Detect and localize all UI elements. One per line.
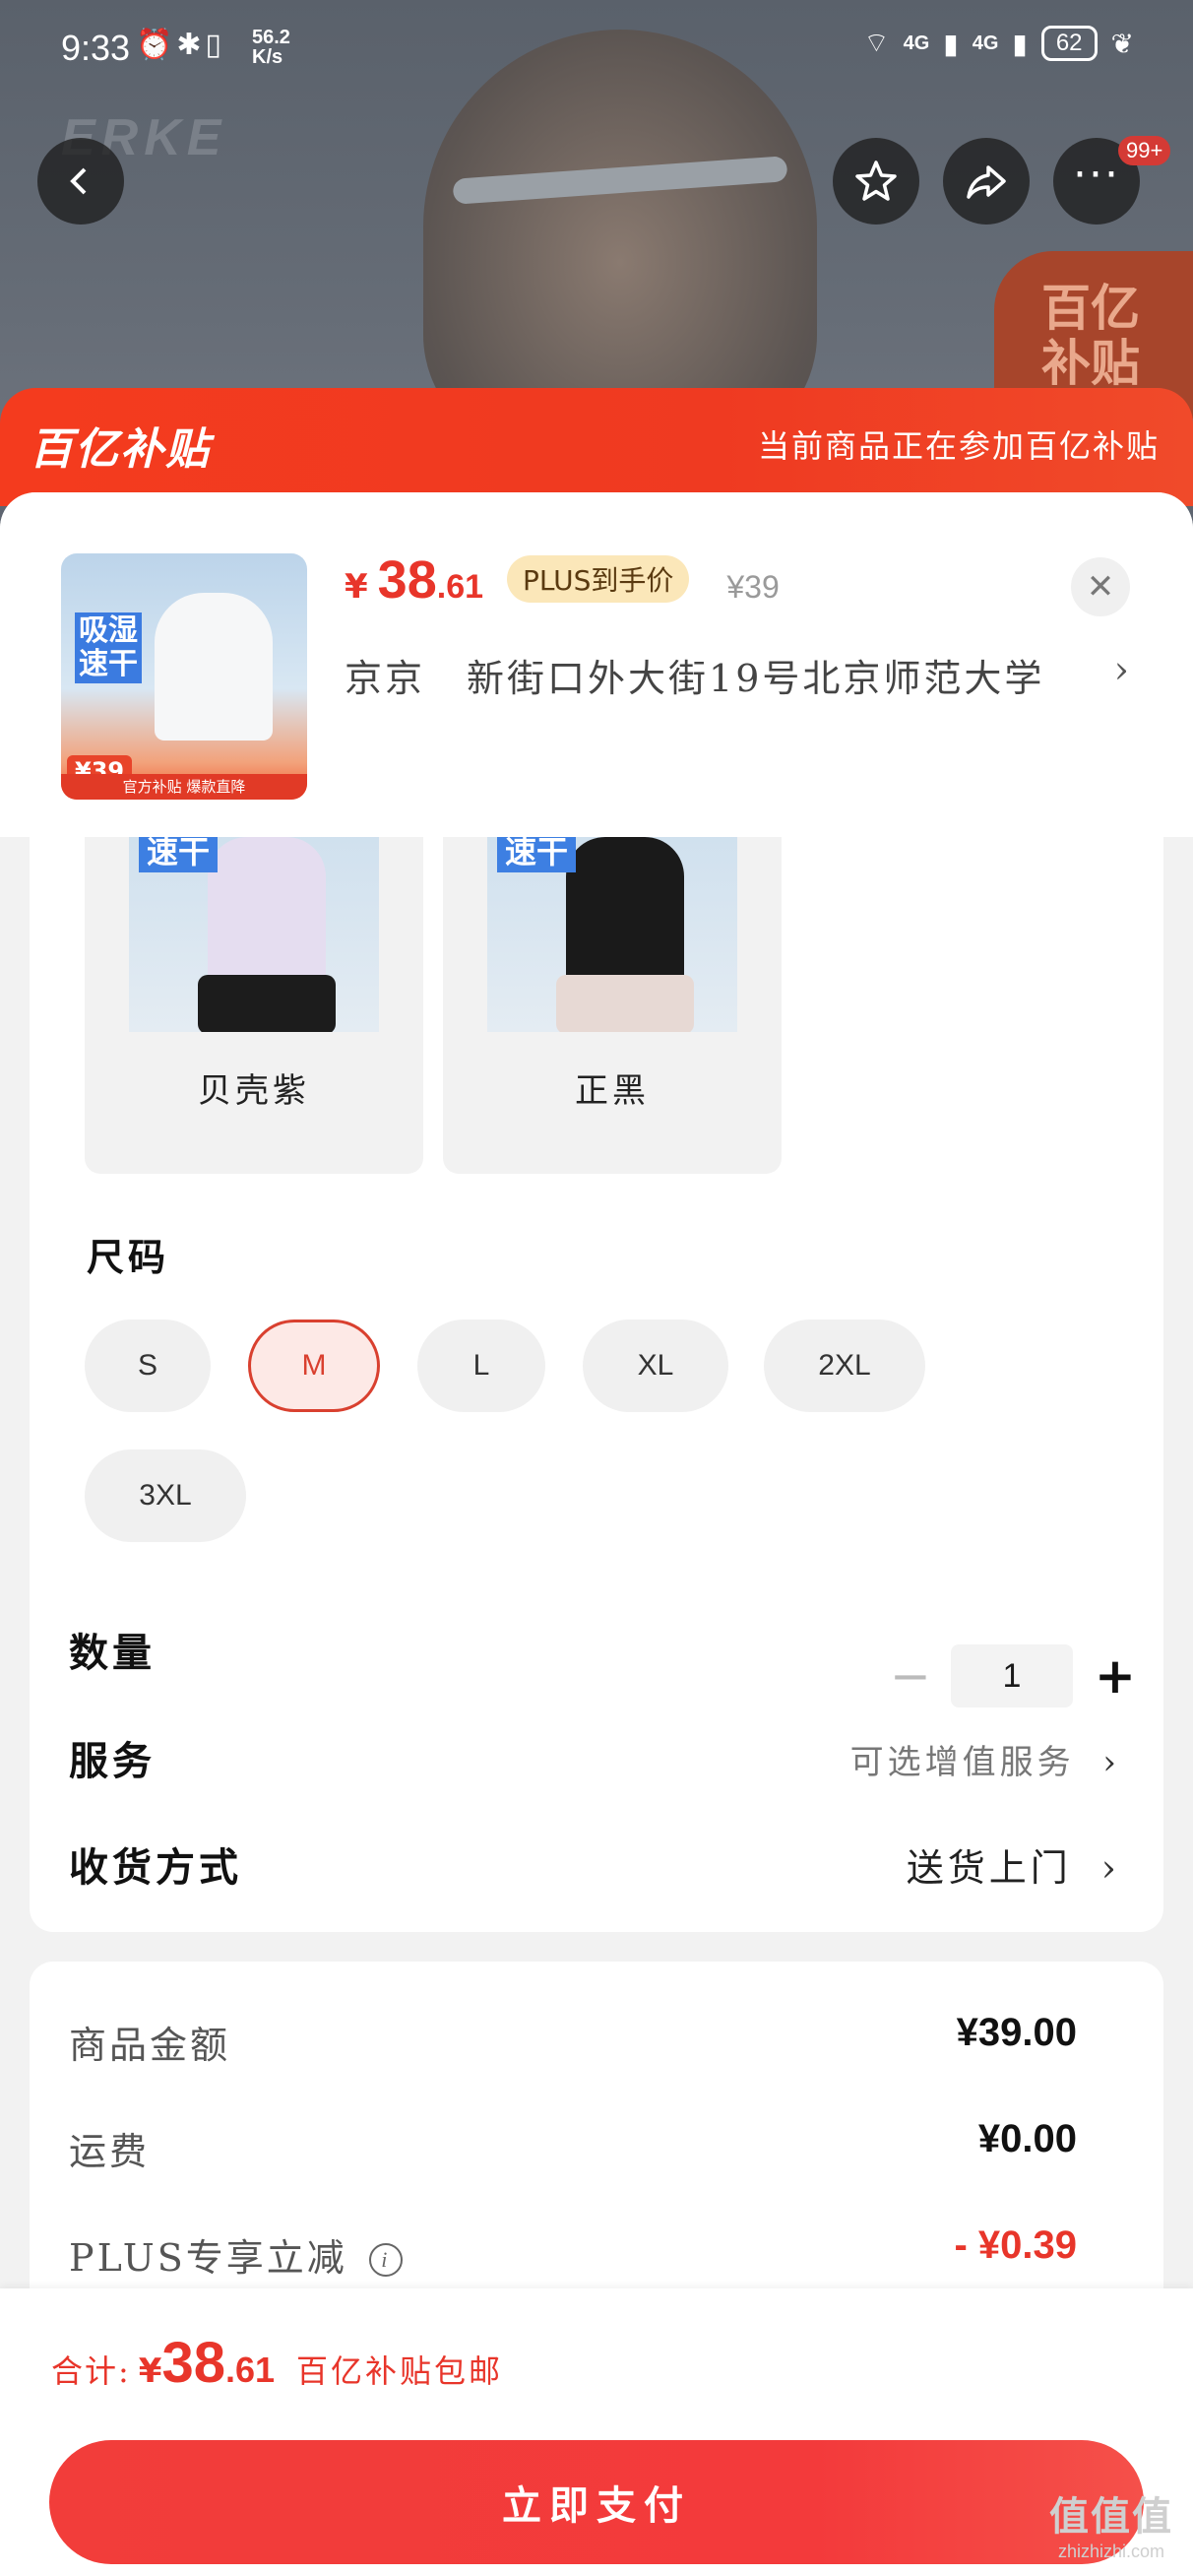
signal-4g-2: 4G [972,32,999,54]
total-integer: 38 [161,2331,225,2395]
plus-discount-row: PLUS专享立减 i [69,2227,403,2282]
price-integer: 38 [377,550,437,610]
shirt-shape [208,837,326,985]
status-right: ⌔ 4G ▮ 4G ▮ 62 ❦ [863,26,1134,61]
status-icons: ⏰✱▯ [136,29,225,61]
size-option-m[interactable]: M [248,1320,380,1412]
subsidy-banner: 百亿补贴 当前商品正在参加百亿补贴 [0,388,1193,506]
signal-icon: ▮ [943,28,959,59]
delivery-value: 送货上门 [906,1846,1072,1890]
goods-amount-value: ¥39.00 [956,2011,1077,2054]
plus-price-tag: PLUS到手价 [507,555,690,603]
leaf-icon: ❦ [1110,28,1134,59]
size-option-s[interactable]: S [85,1320,211,1412]
service-row[interactable]: 可选增值服务 › [850,1735,1120,1783]
plus-discount-value: - ¥0.39 [954,2223,1077,2267]
notification-badge: 99+ [1118,136,1171,165]
delivery-row[interactable]: 送货上门 › [907,1837,1120,1892]
shirt-shape [566,837,684,985]
chevron-left-icon [70,167,87,195]
shipping-value: ¥0.00 [977,2117,1077,2160]
net-speed: 56.2 K/s [252,27,290,68]
favorite-button[interactable] [833,138,919,225]
share-button[interactable] [943,138,1030,225]
checkout-bar: 合计: ¥ 38 .61 百亿补贴包邮 立即支付 值值值 zhizhizhi.c… [0,2288,1193,2576]
subsidy-logo: 百亿补贴 [30,424,211,475]
options-card: 速干 贝壳紫 速干 正黑 尺码 S M L XL 2XL 3XL 数量 − 1 … [30,827,1163,1932]
chevron-right-icon: › [1102,1743,1120,1782]
quantity-plus-button[interactable]: + [1095,1647,1136,1705]
total-symbol: ¥ [138,2351,162,2391]
share-icon [967,165,1006,199]
quantity-input[interactable]: 1 [951,1644,1073,1707]
shorts-shape [198,975,336,1032]
back-button[interactable] [37,138,124,225]
shipping-label: 运费 [69,2130,151,2173]
price-row: ¥ 38 .61 PLUS到手价 ¥39 [345,549,780,612]
service-value: 可选增值服务 [849,1743,1075,1782]
size-option-3xl[interactable]: 3XL [85,1449,246,1542]
signal-icon: ▮ [1012,28,1028,59]
color-label: 正黑 [575,1071,650,1111]
delivery-label: 收货方式 [69,1844,242,1891]
chevron-right-icon: › [1100,1846,1120,1890]
thumb-shirt-image [155,593,273,741]
pay-now-button[interactable]: 立即支付 [49,2440,1144,2564]
color-thumb: 速干 [129,827,379,1032]
close-icon: ✕ [1086,567,1115,607]
close-button[interactable]: ✕ [1071,557,1130,616]
total-decimal: .61 [224,2350,276,2390]
quantity-label: 数量 [69,1630,156,1676]
wifi-icon: ⌔ [863,27,890,58]
goods-amount-label: 商品金额 [69,2024,231,2067]
size-option-l[interactable]: L [417,1320,545,1412]
more-icon: ··· [1073,149,1120,200]
status-time: 9:33 [61,28,131,68]
price-decimal: .61 [436,568,484,606]
total-note: 百亿补贴包邮 [296,2352,504,2390]
quantity-minus-button[interactable]: − [890,1647,931,1705]
thumb-strip: 官方补贴 爆款直降 [61,774,307,800]
original-price: ¥39 [726,569,780,605]
battery-icon: 62 [1040,26,1098,61]
price-symbol: ¥ [345,567,368,607]
color-option[interactable]: 速干 贝壳紫 [85,827,423,1174]
quantity-stepper: − 1 + [890,1644,1136,1707]
address-row[interactable]: 京京 新街口外大街19号北京师范大学 › [345,648,1132,702]
status-bar: 9:33 ⏰✱▯ 56.2 K/s ⌔ 4G ▮ 4G ▮ 62 ❦ [0,0,1193,98]
chevron-right-icon: › [1113,648,1132,691]
shorts-shape [556,975,694,1032]
signal-4g-1: 4G [903,32,930,54]
info-icon[interactable]: i [368,2243,403,2277]
thumb-slogan: 吸湿 速干 [75,612,142,683]
size-title: 尺码 [87,1235,170,1279]
size-option-2xl[interactable]: 2XL [764,1320,925,1412]
plus-discount-label: PLUS专享立减 [69,2236,347,2280]
service-label: 服务 [69,1738,156,1784]
address-city: 京京 [345,657,426,700]
color-option[interactable]: 速干 正黑 [443,827,782,1174]
size-option-xl[interactable]: XL [583,1320,728,1412]
site-watermark: 值值值 zhizhizhi.com [1049,2495,1173,2561]
subsidy-tip: 当前商品正在参加百亿补贴 [757,427,1160,465]
star-icon [855,161,897,201]
sku-sheet: 吸湿 速干 ¥39 官方补贴 爆款直降 ¥ 38 .61 PLUS到手价 ¥39… [0,492,1193,2576]
sheet-header: 吸湿 速干 ¥39 官方补贴 爆款直降 ¥ 38 .61 PLUS到手价 ¥39… [0,492,1193,837]
color-thumb: 速干 [487,827,737,1032]
address-detail: 新街口外大街19号北京师范大学 [467,657,1045,700]
product-thumbnail[interactable]: 吸湿 速干 ¥39 官方补贴 爆款直降 [61,553,307,800]
total-row: 合计: ¥ 38 .61 百亿补贴包邮 [51,2330,503,2396]
color-label: 贝壳紫 [198,1071,310,1111]
total-label: 合计: [51,2352,131,2390]
